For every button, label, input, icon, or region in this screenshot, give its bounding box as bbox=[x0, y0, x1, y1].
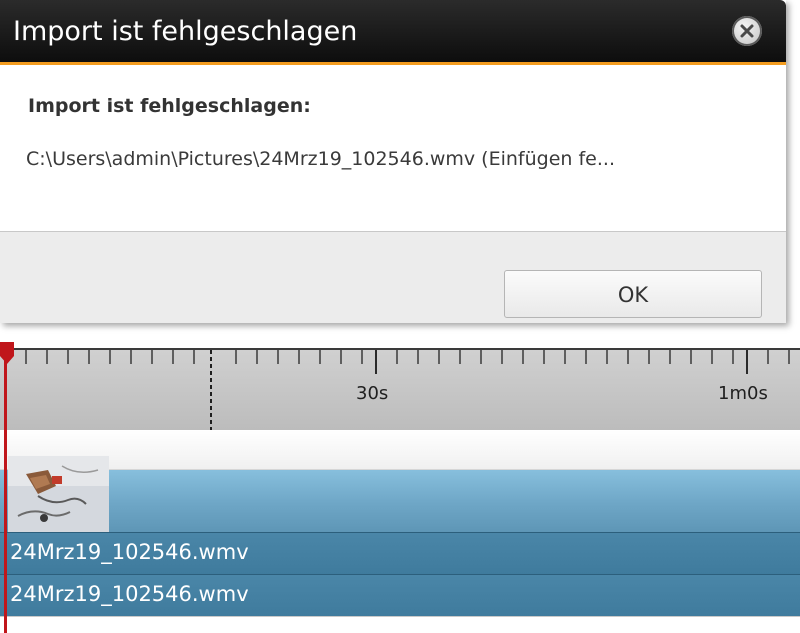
time-ruler[interactable]: 30s 1m0s bbox=[0, 348, 800, 430]
thumbnail-image-icon bbox=[8, 456, 109, 532]
dialog-heading: Import ist fehlgeschlagen: bbox=[28, 95, 311, 117]
ruler-ticks bbox=[25, 350, 790, 430]
timeline: 30s 1m0s 24Mrz19_102546.wmv 24Mrz19_1025… bbox=[0, 323, 800, 633]
app-screen: Import ist fehlgeschlagen Import ist feh… bbox=[0, 0, 800, 633]
clip-item[interactable]: 24Mrz19_102546.wmv bbox=[0, 574, 800, 616]
clip-name: 24Mrz19_102546.wmv bbox=[10, 540, 249, 564]
import-failed-dialog: Import ist fehlgeschlagen Import ist feh… bbox=[0, 0, 786, 323]
ok-button[interactable]: OK bbox=[504, 270, 762, 318]
clip-thumbnail[interactable] bbox=[8, 456, 109, 532]
dialog-body: Import ist fehlgeschlagen: C:\Users\admi… bbox=[0, 65, 786, 231]
clip-item[interactable]: 24Mrz19_102546.wmv bbox=[0, 532, 800, 574]
close-icon bbox=[740, 24, 754, 38]
clip-name: 24Mrz19_102546.wmv bbox=[10, 582, 249, 606]
playhead-line[interactable] bbox=[4, 348, 7, 633]
ruler-label-1m0s: 1m0s bbox=[718, 383, 768, 404]
dialog-message: C:\Users\admin\Pictures\24Mrz19_102546.w… bbox=[26, 148, 615, 170]
ruler-label-30s: 30s bbox=[356, 383, 389, 404]
dialog-titlebar[interactable]: Import ist fehlgeschlagen bbox=[0, 0, 786, 62]
playhead-marker-icon[interactable] bbox=[0, 342, 14, 364]
dialog-footer: OK bbox=[0, 232, 786, 323]
close-button[interactable] bbox=[732, 16, 762, 46]
timeline-bottom-strip bbox=[0, 616, 800, 633]
track-header-band bbox=[0, 430, 800, 470]
video-track[interactable] bbox=[0, 470, 800, 532]
dialog-title: Import ist fehlgeschlagen bbox=[13, 16, 358, 47]
